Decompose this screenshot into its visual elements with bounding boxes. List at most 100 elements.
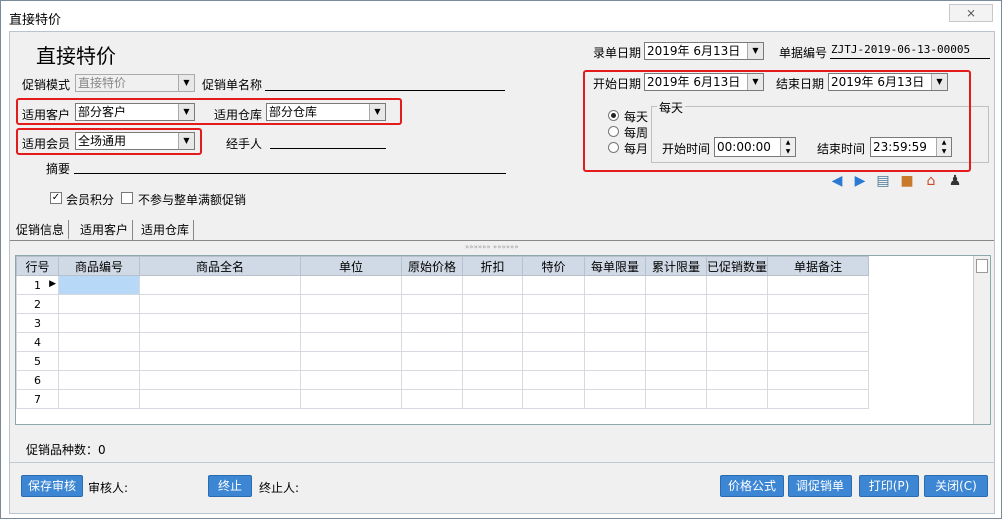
grid-cell[interactable] <box>767 370 869 390</box>
stop-button[interactable]: 终止 <box>208 475 252 497</box>
grid-cell[interactable] <box>767 332 869 352</box>
grid-cell[interactable] <box>300 351 402 371</box>
grid-cell[interactable] <box>584 332 646 352</box>
grid-cell[interactable] <box>401 313 463 333</box>
row-number[interactable]: 3 <box>16 313 59 333</box>
grid-cell[interactable] <box>401 389 463 409</box>
grid-cell[interactable] <box>462 389 523 409</box>
grid-cell[interactable] <box>401 370 463 390</box>
box-icon[interactable]: ■ <box>898 172 916 190</box>
grid-cell[interactable] <box>401 351 463 371</box>
grid-cell[interactable] <box>706 313 768 333</box>
document-icon[interactable]: ▤ <box>874 172 892 190</box>
row-number[interactable]: 7 <box>16 389 59 409</box>
grid-cell[interactable] <box>58 313 140 333</box>
grid-cell[interactable] <box>706 294 768 314</box>
grid-cell[interactable] <box>645 294 707 314</box>
grid-cell[interactable] <box>645 332 707 352</box>
grid-cell[interactable] <box>139 370 301 390</box>
name-input[interactable] <box>265 90 505 91</box>
col-header[interactable]: 累计限量 <box>645 256 707 276</box>
row-number[interactable]: 1 ▶ <box>16 275 59 295</box>
tab-customers[interactable]: 适用客户 <box>76 220 134 240</box>
grid-cell[interactable] <box>58 275 140 295</box>
grid-cell[interactable] <box>645 313 707 333</box>
grid-cell[interactable] <box>58 332 140 352</box>
tab-warehouses[interactable]: 适用仓库 <box>137 220 195 240</box>
grid-cell[interactable] <box>645 275 707 295</box>
points-checkbox[interactable]: ✓ <box>50 192 62 204</box>
grid-cell[interactable] <box>645 351 707 371</box>
grid-cell[interactable] <box>300 294 402 314</box>
handler-input[interactable] <box>270 148 386 149</box>
grid-cell[interactable] <box>584 351 646 371</box>
grid-cell[interactable] <box>58 370 140 390</box>
grid-cell[interactable] <box>139 389 301 409</box>
table-row[interactable]: 3 <box>16 313 869 333</box>
table-row[interactable]: 2 <box>16 294 869 314</box>
grid-cell[interactable] <box>462 275 523 295</box>
grid-cell[interactable] <box>584 389 646 409</box>
grid-cell[interactable] <box>706 275 768 295</box>
grid-cell[interactable] <box>58 389 140 409</box>
table-row[interactable]: 7 <box>16 389 869 409</box>
save-audit-button[interactable]: 保存审核 <box>21 475 83 497</box>
grid-cell[interactable] <box>300 370 402 390</box>
grid-cell[interactable] <box>139 351 301 371</box>
row-number[interactable]: 2 <box>16 294 59 314</box>
col-header[interactable]: 原始价格 <box>401 256 463 276</box>
print-button[interactable]: 打印(P) <box>859 475 919 497</box>
col-header[interactable]: 已促销数量 <box>706 256 768 276</box>
summary-input[interactable] <box>74 173 506 174</box>
grid-cell[interactable] <box>767 294 869 314</box>
grid-cell[interactable] <box>522 351 585 371</box>
close-icon[interactable]: ⨯ <box>949 4 993 22</box>
grid-cell[interactable] <box>401 294 463 314</box>
arrow-right-icon[interactable]: ▶ <box>851 172 869 190</box>
table-row[interactable]: 1 ▶ <box>16 275 869 295</box>
grid-cell[interactable] <box>139 332 301 352</box>
grid-cell[interactable] <box>300 332 402 352</box>
splitter-handle[interactable]: »»»»»» »»»»»» <box>465 243 519 251</box>
scroll-thumb[interactable] <box>976 259 988 273</box>
grid-cell[interactable] <box>462 294 523 314</box>
grid-cell[interactable] <box>522 294 585 314</box>
grid-cell[interactable] <box>300 275 402 295</box>
grid-cell[interactable] <box>522 332 585 352</box>
col-header[interactable]: 商品编号 <box>58 256 140 276</box>
col-header[interactable]: 折扣 <box>462 256 523 276</box>
grid-cell[interactable] <box>58 351 140 371</box>
grid-cell[interactable] <box>139 313 301 333</box>
grid-cell[interactable] <box>522 275 585 295</box>
table-row[interactable]: 4 <box>16 332 869 352</box>
arrow-left-icon[interactable]: ◀ <box>828 172 846 190</box>
grid-cell[interactable] <box>300 313 402 333</box>
adjust-promo-button[interactable]: 调促销单 <box>788 475 852 497</box>
grid-cell[interactable] <box>584 313 646 333</box>
grid-cell[interactable] <box>706 389 768 409</box>
grid-cell[interactable] <box>584 294 646 314</box>
grid-cell[interactable] <box>462 332 523 352</box>
grid-cell[interactable] <box>462 351 523 371</box>
grid-cell[interactable] <box>300 389 402 409</box>
col-header[interactable]: 特价 <box>522 256 585 276</box>
grid-cell[interactable] <box>767 313 869 333</box>
close-button[interactable]: 关闭(C) <box>924 475 988 497</box>
grid-cell[interactable] <box>139 275 301 295</box>
col-header[interactable]: 单据备注 <box>767 256 869 276</box>
mode-select[interactable]: 直接特价 ▼ <box>75 74 195 92</box>
table-row[interactable]: 6 <box>16 370 869 390</box>
grid-cell[interactable] <box>462 313 523 333</box>
grid-cell[interactable] <box>462 370 523 390</box>
col-header[interactable]: 单位 <box>300 256 402 276</box>
col-header[interactable]: 商品全名 <box>139 256 301 276</box>
grid-cell[interactable] <box>706 351 768 371</box>
tab-promo-info[interactable]: 促销信息 <box>12 220 70 240</box>
grid-cell[interactable] <box>584 370 646 390</box>
table-row[interactable]: 5 <box>16 351 869 371</box>
grid-scrollbar[interactable] <box>973 256 990 424</box>
grid-cell[interactable] <box>139 294 301 314</box>
grid-cell[interactable] <box>706 332 768 352</box>
grid-cell[interactable] <box>58 294 140 314</box>
grid-cell[interactable] <box>645 389 707 409</box>
